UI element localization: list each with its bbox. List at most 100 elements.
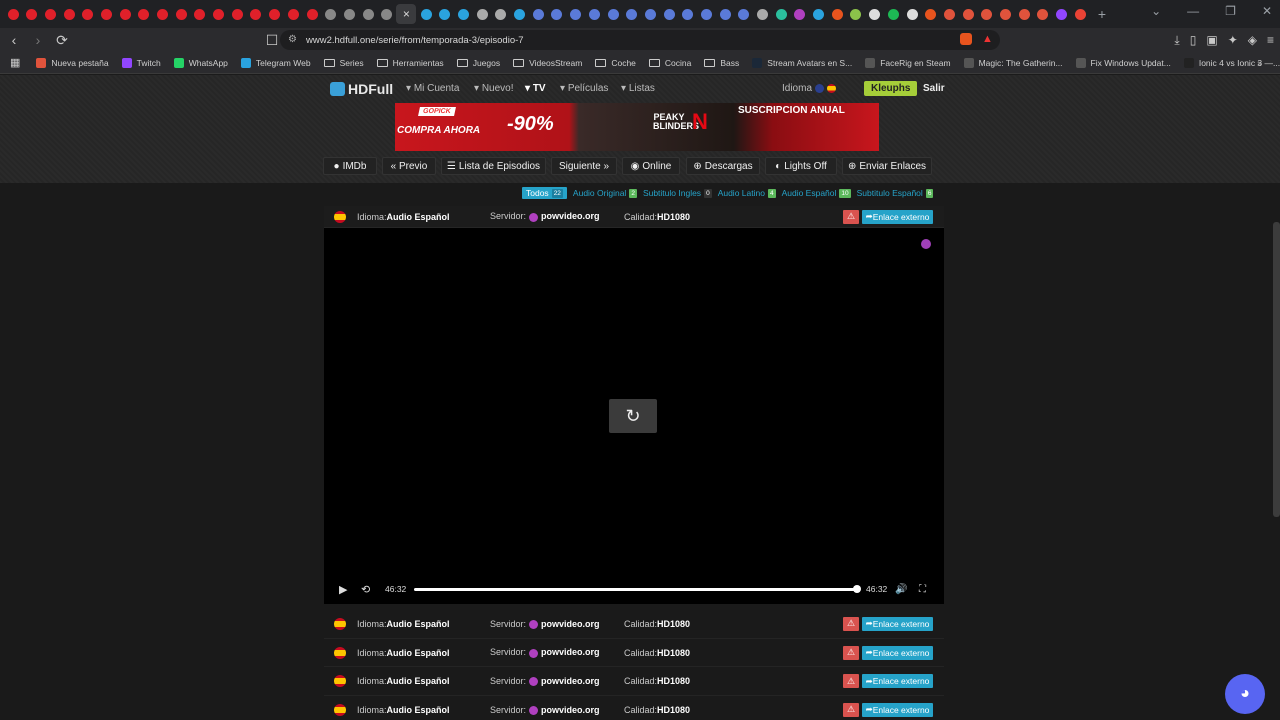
shield-tab-icon[interactable] xyxy=(548,5,566,23)
hdfull-tab-icon[interactable] xyxy=(417,5,435,23)
hdfull-tab-icon[interactable] xyxy=(511,5,529,23)
filter-tab[interactable]: Audio Original 2 xyxy=(573,188,637,198)
link-row[interactable]: Idioma:Audio Español Servidor: powvideo.or… xyxy=(324,610,944,639)
youtube-tab-icon[interactable] xyxy=(303,5,321,23)
app-tab-icon[interactable] xyxy=(828,5,846,23)
bookmark-item[interactable]: FaceRig en Steam xyxy=(865,57,951,68)
bookmark-item[interactable]: Cocina xyxy=(648,58,691,68)
nav-listas[interactable]: ▾ Listas xyxy=(621,83,655,94)
youtube-tab-icon[interactable] xyxy=(23,5,41,23)
bookmark-item[interactable]: Coche xyxy=(595,58,636,68)
app-tab-icon[interactable] xyxy=(810,5,828,23)
download-icon[interactable]: ⤓ xyxy=(1174,33,1179,48)
progress-bar[interactable] xyxy=(414,588,858,591)
youtube-tab-icon[interactable] xyxy=(97,5,115,23)
filter-tab[interactable]: Todos 22 xyxy=(522,187,567,199)
youtube-tab-icon[interactable] xyxy=(210,5,228,23)
generic-tab-icon[interactable] xyxy=(492,5,510,23)
nav-mi-cuenta[interactable]: ▾ Mi Cuenta xyxy=(406,83,459,94)
app-tab-icon[interactable] xyxy=(959,5,977,23)
shield-tab-icon[interactable] xyxy=(641,5,659,23)
brave-rewards-icon[interactable]: ▲ xyxy=(982,33,993,45)
progress-handle[interactable] xyxy=(853,585,861,593)
bookmark-item[interactable]: Stream Avatars en S... xyxy=(752,57,852,68)
report-warning-icon[interactable]: ⚠ xyxy=(843,702,859,717)
imdb-button[interactable]: ● IMDb xyxy=(323,157,377,175)
shield-tab-icon[interactable] xyxy=(529,5,547,23)
external-link-button[interactable]: ➦ Enlace externo xyxy=(862,645,933,660)
bookmark-item[interactable]: Twitch xyxy=(121,57,161,68)
chevron-down-icon[interactable]: ⌄ xyxy=(1151,4,1161,18)
app-tab-icon[interactable] xyxy=(978,5,996,23)
minimize-icon[interactable]: — xyxy=(1187,4,1199,18)
shield-tab-icon[interactable] xyxy=(735,5,753,23)
play-icon[interactable]: ▶ xyxy=(339,583,347,596)
new-tab-button[interactable]: + xyxy=(1098,6,1106,22)
reload-video-button[interactable]: ↻ xyxy=(609,399,657,433)
filter-tab[interactable]: Subtitulo Español 6 xyxy=(857,188,934,198)
bookmark-item[interactable]: Juegos xyxy=(456,58,500,68)
shield-tab-icon[interactable] xyxy=(585,5,603,23)
app-tab-icon[interactable] xyxy=(1034,5,1052,23)
close-window-icon[interactable]: ✕ xyxy=(1262,4,1272,18)
youtube-tab-icon[interactable] xyxy=(266,5,284,23)
shield-tab-icon[interactable] xyxy=(660,5,678,23)
report-warning-icon[interactable]: ⚠ xyxy=(843,674,859,689)
youtube-tab-icon[interactable] xyxy=(116,5,134,23)
language-selector[interactable]: Idioma xyxy=(782,83,836,94)
youtube-tab-icon[interactable] xyxy=(79,5,97,23)
bookmark-item[interactable]: Herramientas xyxy=(376,58,444,68)
wallet-icon[interactable]: ▣ xyxy=(1206,33,1217,48)
bookmark-icon[interactable]: ☐ xyxy=(262,32,282,49)
youtube-tab-icon[interactable] xyxy=(60,5,78,23)
external-link-button[interactable]: ➦ Enlace externo xyxy=(862,616,933,631)
lights-off-button[interactable]: ◐ Lights Off xyxy=(765,157,837,175)
bookmarks-overflow-icon[interactable]: » xyxy=(1257,58,1262,68)
app-tab-icon[interactable] xyxy=(940,5,958,23)
youtube-tab-icon[interactable] xyxy=(247,5,265,23)
filter-tab[interactable]: Audio Latino 4 xyxy=(718,188,776,198)
app-tab-icon[interactable] xyxy=(996,5,1014,23)
app-tab-icon[interactable] xyxy=(866,5,884,23)
filter-tab[interactable]: Subtitulo Ingles 0 xyxy=(643,188,712,198)
site-logo[interactable]: HDFull xyxy=(330,81,393,97)
bookmark-item[interactable]: Nueva pestaña xyxy=(36,57,109,68)
app-tab-icon[interactable] xyxy=(922,5,940,23)
menu-icon[interactable]: ≡ xyxy=(1267,33,1274,48)
bookmark-item[interactable]: Bass xyxy=(704,58,739,68)
filter-tab[interactable]: Audio Español 10 xyxy=(782,188,851,198)
logout-link[interactable]: Salir xyxy=(923,83,945,94)
ad-banner[interactable]: GOPICK COMPRA AHORA -90% PEAKY BLINDERS … xyxy=(395,103,879,151)
shield-tab-icon[interactable] xyxy=(697,5,715,23)
shield-tab-icon[interactable] xyxy=(604,5,622,23)
downloads-button[interactable]: ⊕ Descargas xyxy=(686,157,760,175)
nav-tv[interactable]: ▾ TV xyxy=(525,83,546,94)
leo-icon[interactable]: ✦ xyxy=(1228,33,1238,48)
generic-tab-icon[interactable] xyxy=(378,5,396,23)
app-tab-icon[interactable] xyxy=(772,5,790,23)
active-tab-close-icon[interactable]: × xyxy=(396,4,417,24)
youtube-tab-icon[interactable] xyxy=(135,5,153,23)
app-tab-icon[interactable] xyxy=(847,5,865,23)
back-icon[interactable]: ‹ xyxy=(4,32,24,48)
link-row[interactable]: Idioma:Audio Español Servidor: powvideo.or… xyxy=(324,696,944,720)
shield-tab-icon[interactable] xyxy=(567,5,585,23)
youtube-tab-icon[interactable] xyxy=(154,5,172,23)
generic-tab-icon[interactable] xyxy=(322,5,340,23)
shield-tab-icon[interactable] xyxy=(623,5,641,23)
report-warning-icon[interactable]: ⚠ xyxy=(843,209,859,224)
app-tab-icon[interactable] xyxy=(1015,5,1033,23)
app-tab-icon[interactable] xyxy=(903,5,921,23)
bookmark-item[interactable]: Fix Windows Updat... xyxy=(1075,57,1171,68)
generic-tab-icon[interactable] xyxy=(473,5,491,23)
bookmark-item[interactable]: VideosStream xyxy=(513,58,582,68)
reload-icon[interactable]: ⟳ xyxy=(52,32,72,49)
previous-button[interactable]: « Previo xyxy=(382,157,436,175)
youtube-tab-icon[interactable] xyxy=(41,5,59,23)
bookmark-item[interactable]: Ionic 4 vs Ionic 3 —... xyxy=(1183,57,1280,68)
restore-icon[interactable]: ❐ xyxy=(1225,4,1236,18)
user-button[interactable]: Kleuphs xyxy=(864,81,918,96)
episode-list-button[interactable]: ☰ Lista de Episodios xyxy=(441,157,546,175)
shield-tab-icon[interactable] xyxy=(716,5,734,23)
generic-tab-icon[interactable] xyxy=(754,5,772,23)
